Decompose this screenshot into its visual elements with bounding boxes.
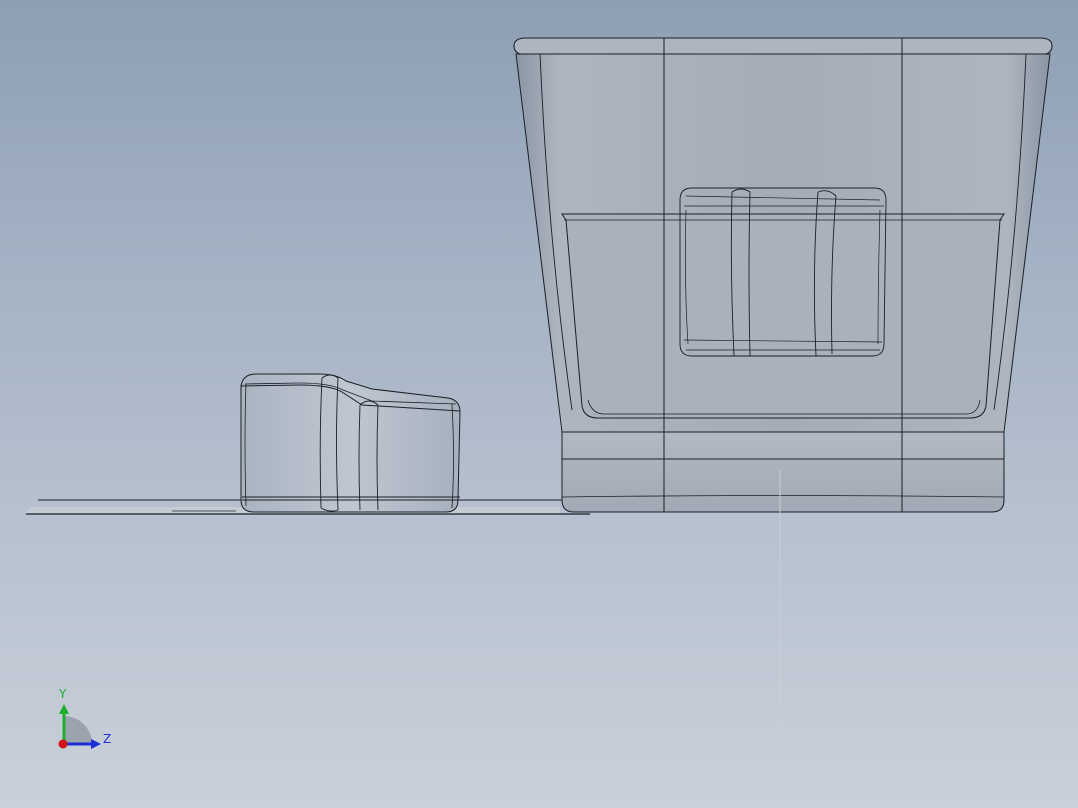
large-cup-part[interactable] (513, 37, 1053, 770)
graphics-viewport[interactable]: Y Z (0, 0, 1078, 808)
z-axis-label: Z (103, 732, 112, 746)
y-axis-label: Y (59, 687, 67, 701)
model-scene[interactable] (0, 0, 1078, 808)
small-plug-part[interactable] (240, 373, 461, 513)
orientation-triad: Y Z (50, 684, 120, 754)
